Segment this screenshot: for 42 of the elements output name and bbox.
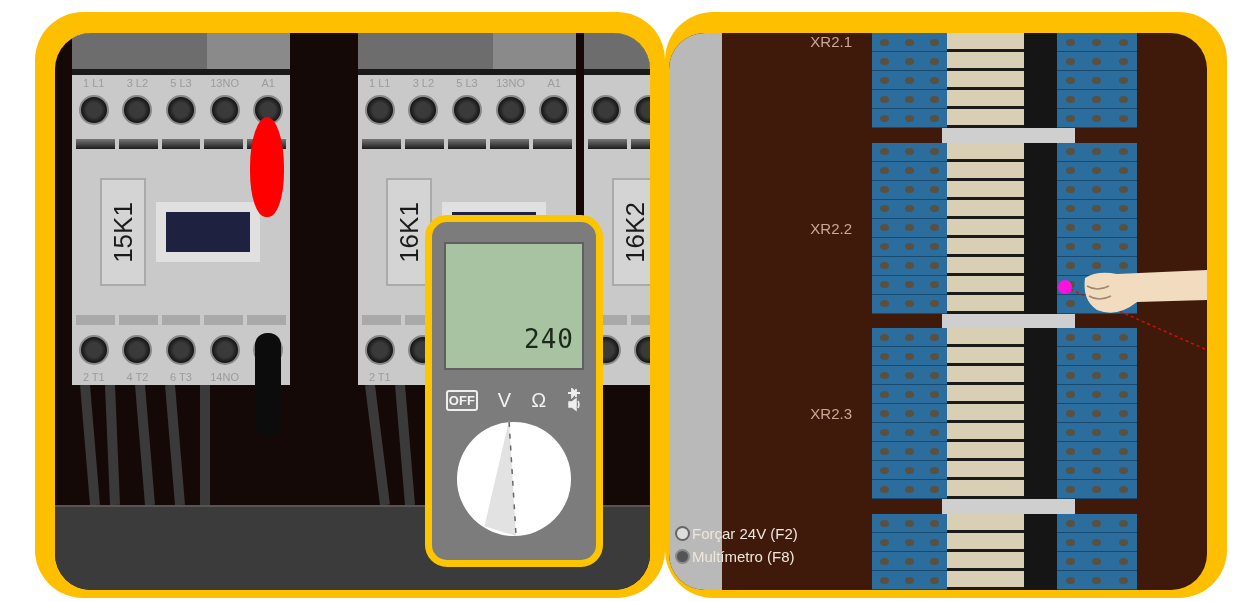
terminal-slot [76, 139, 115, 149]
terminal-slot [362, 139, 401, 149]
terminal-slot [362, 315, 401, 325]
screw-icon [452, 95, 482, 125]
screw-icon [495, 95, 526, 125]
terminal-slot [533, 139, 572, 149]
terminal-slot [447, 139, 487, 149]
screw-icon [166, 335, 196, 365]
diode-sound-icon [566, 388, 583, 412]
terminal-slot [588, 139, 627, 149]
terminal-slot [204, 315, 244, 325]
mode-label: Ω [531, 388, 547, 412]
terminal-slot [204, 139, 244, 149]
terminal-slot [247, 315, 286, 325]
contactor-tag: 15K1 [100, 178, 146, 286]
mode-label: V [497, 388, 512, 412]
screw-icon [122, 95, 153, 125]
screw-icon [364, 335, 395, 365]
screw-icon [209, 335, 240, 365]
terminal-slot [161, 315, 201, 325]
off-label: OFF [445, 389, 478, 411]
screw-icon [590, 95, 621, 125]
screw-icon [364, 95, 395, 125]
strip-label: XR2.3 [810, 405, 852, 423]
screw-icon [408, 95, 439, 125]
terminal-slot [490, 139, 530, 149]
screw-icon [253, 95, 284, 125]
contactor-tag: 16K2 [612, 178, 650, 286]
screw-icon [78, 95, 109, 125]
meter-reading: 240 [524, 324, 574, 354]
terminal-slot [161, 139, 201, 149]
terminal-slot [404, 139, 444, 149]
strip-label: XR2.2 [810, 219, 852, 237]
screw-icon [209, 95, 240, 125]
terminal-slot [118, 139, 158, 149]
screw-icon [166, 95, 196, 125]
screw-icon [539, 95, 570, 125]
terminal-slot [118, 315, 158, 325]
terminal-slot [76, 315, 115, 325]
screw-icon [122, 335, 153, 365]
screw-icon [78, 335, 109, 365]
strip-label: XR2.1 [810, 33, 852, 50]
